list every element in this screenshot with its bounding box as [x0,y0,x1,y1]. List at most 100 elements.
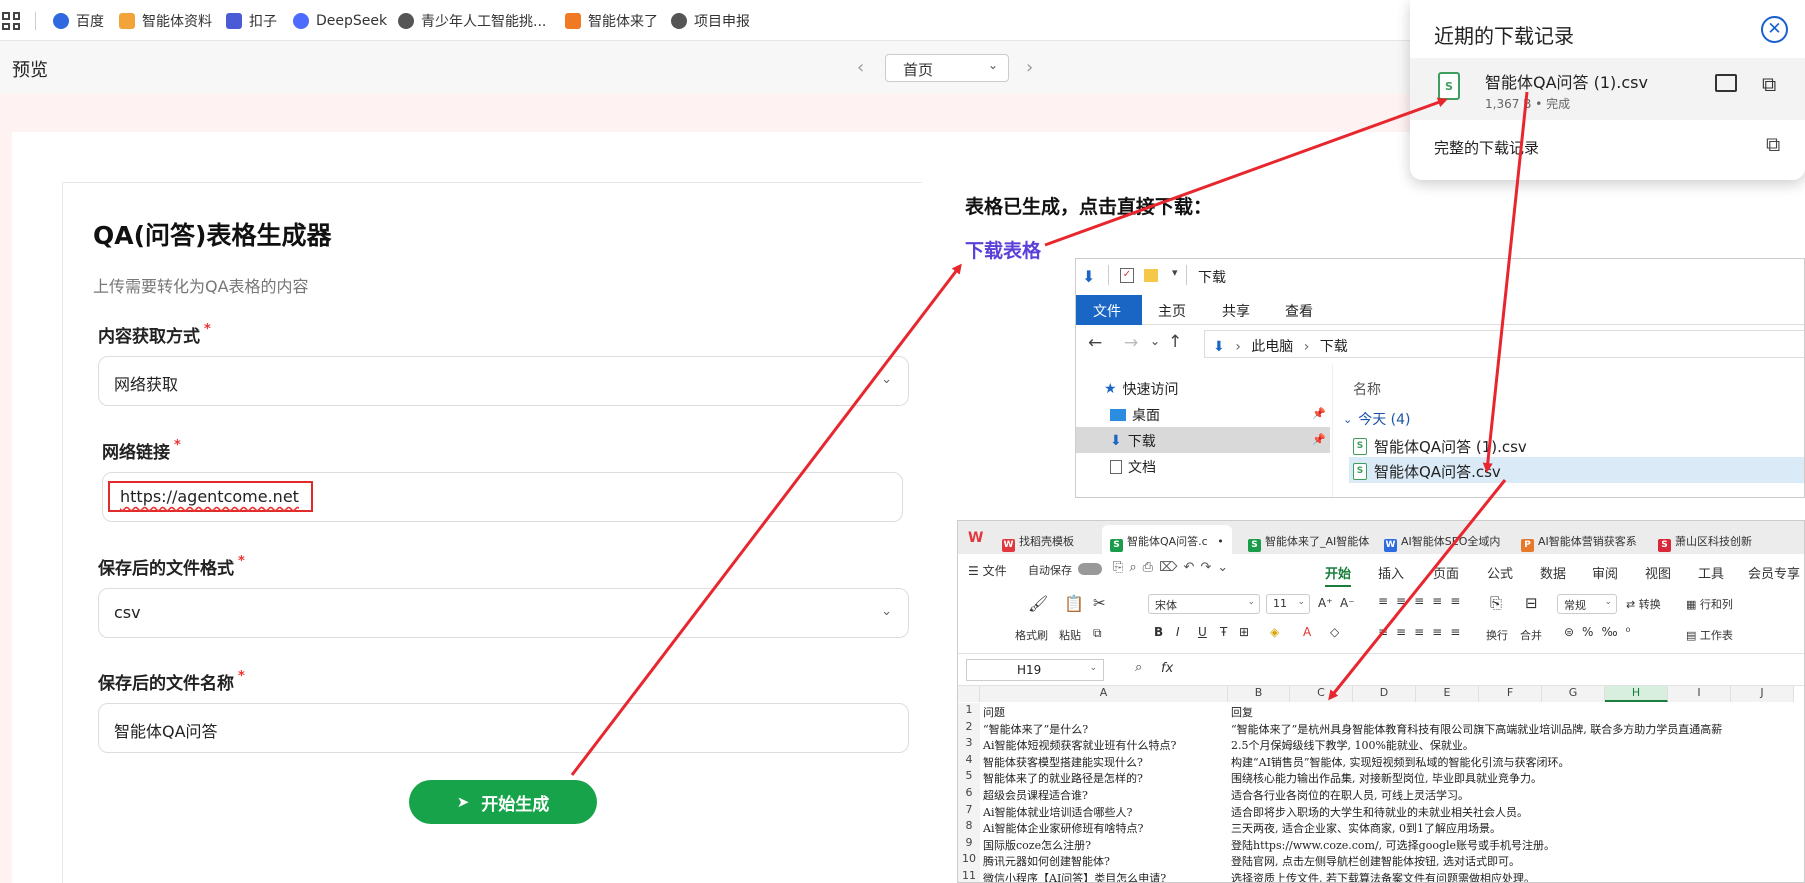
name-box[interactable]: H19 ⌄ [966,659,1104,681]
bookmark-agent-coming[interactable]: 智能体来了 [565,10,658,32]
column-header[interactable]: H [1605,686,1668,702]
worksheet-button[interactable]: ▤ 工作表 [1686,627,1733,643]
bookmark-baidu[interactable]: 百度 [53,10,104,32]
cell-question[interactable]: 腾讯元器如何创建智能体? [983,853,1227,869]
menu-tab-review[interactable]: 审阅 [1592,563,1618,582]
qat-dropdown-icon[interactable]: ▾ [1172,266,1178,279]
column-header[interactable]: C [1290,686,1353,702]
download-item[interactable]: S 智能体QA问答 (1).csv 1,367 B • 完成 ⧉ [1410,58,1805,120]
close-icon[interactable]: • [1217,535,1224,548]
doc-tab[interactable]: W AI智能体SEO全域内 [1376,525,1506,554]
italic-icon[interactable]: I [1176,625,1180,639]
paste-label[interactable]: 粘贴 [1059,627,1081,643]
cell-question[interactable]: 智能体获客模型搭建能实现什么? [983,754,1227,770]
nav-desktop[interactable]: 桌面 [1110,405,1160,425]
font-color-icon[interactable]: A [1303,625,1311,639]
generate-button[interactable]: ➤ 开始生成 [409,780,597,824]
row-number[interactable]: 9 [958,835,980,853]
clear-format-icon[interactable]: ◇ [1330,625,1339,639]
select-all-corner[interactable] [958,686,980,702]
cell-answer[interactable]: 登陆https://www.coze.com/, 可选择google账号或手机号… [1231,837,1801,853]
decrease-font-icon[interactable]: A⁻ [1340,596,1355,610]
open-external-icon[interactable]: ⧉ [1762,72,1776,96]
format-painter-icon[interactable]: 🖌 [1028,594,1048,613]
column-header[interactable]: B [1228,686,1290,702]
cell-question[interactable]: Ai智能体就业培训适合哪些人? [983,804,1227,820]
bookmark-agent-docs[interactable]: 智能体资料 [119,10,212,32]
increase-font-icon[interactable]: A⁺ [1318,596,1333,610]
doc-tab[interactable]: S 萧山区科技创新 [1650,525,1804,554]
cell-answer[interactable]: 三天两夜, 适合企业家、实体商家, 0到1了解应用场景。 [1231,820,1801,836]
cell-answer[interactable]: “智能体来了”是杭州具身智能体教育科技有限公司旗下高端就业培训品牌, 联合多方助… [1231,721,1801,737]
row-col-button[interactable]: ▦ 行和列 [1686,596,1733,612]
cell-question[interactable]: 问题 [983,704,1227,720]
vertical-align-icons[interactable]: ≡≡≡≡≡ [1378,594,1468,608]
properties-icon[interactable]: ✓ [1120,268,1134,283]
cell-question[interactable]: 超级会员课程适合谁? [983,787,1227,803]
font-size-select[interactable]: 11 ⌄ [1266,594,1310,614]
column-header[interactable]: A [980,686,1228,702]
ribbon-tab-file[interactable]: 文件 [1076,295,1142,325]
menu-tab-tools[interactable]: 工具 [1698,563,1724,582]
wrap-text-label[interactable]: 换行 [1486,627,1508,643]
menu-tab-data[interactable]: 数据 [1540,563,1566,582]
paste-icon[interactable]: 📋 [1064,594,1084,613]
prev-page-icon[interactable]: ‹ [857,57,864,78]
row-number[interactable]: 10 [958,852,980,869]
row-number[interactable]: 3 [958,736,980,753]
cell-answer[interactable]: 适合各行业各岗位的在职人员, 可线上灵活学习。 [1231,787,1801,803]
doc-tab[interactable]: P AI智能体营销获客系 [1513,525,1643,554]
cell-answer[interactable]: 回复 [1231,704,1801,720]
cell-answer[interactable]: 适合即将步入职场的大学生和待就业的未就业相关社会人员。 [1231,804,1801,820]
full-download-history-link[interactable]: 完整的下载记录 [1434,137,1539,158]
cell-answer[interactable]: 选择资质上传文件, 若下载算法备案文件有问题需做相应处理。 [1231,870,1801,882]
download-link[interactable]: 下载表格 [965,236,1041,263]
format-select[interactable]: csv ⌄ [98,588,909,638]
apps-grid-icon[interactable] [2,12,20,30]
url-input[interactable]: https://agentcome.net [102,472,903,522]
row-number[interactable]: 2 [958,719,980,737]
row-number[interactable]: 1 [958,703,980,720]
column-header[interactable]: G [1542,686,1605,702]
cell-answer[interactable]: 构建“AI销售员”智能体, 实现短视频到私域的智能化引流与获客闭环。 [1231,754,1801,770]
recent-dropdown-icon[interactable]: ⌄ [1150,334,1160,348]
cell-question[interactable]: Ai智能体短视频获客就业班有什么特点? [983,737,1227,753]
menu-tab-view[interactable]: 视图 [1645,563,1671,582]
cell-question[interactable]: 微信小程序【AI问答】类目怎么申请? [983,870,1227,882]
page-select[interactable]: 首页 ⌄ [885,54,1009,82]
row-number[interactable]: 5 [958,769,980,786]
cell-answer[interactable]: 登陆官网, 点击左侧导航栏创建智能体按钮, 选对话式即可。 [1231,853,1801,869]
filename-input[interactable]: 智能体QA问答 [98,703,909,753]
column-header-name[interactable]: 名称 [1353,379,1381,399]
cell-question[interactable]: 智能体来了的就业路径是怎样的? [983,770,1227,786]
font-name-select[interactable]: 宋体 ⌄ [1148,594,1260,614]
bookmark-youth-ai[interactable]: 青少年人工智能挑... [398,10,546,32]
wrap-text-icon[interactable]: ⎘ [1490,594,1502,612]
open-external-icon[interactable]: ⧉ [1766,132,1780,156]
column-header[interactable]: D [1353,686,1416,702]
breadcrumb-pc[interactable]: 此电脑 [1251,339,1293,355]
new-folder-icon[interactable] [1144,269,1158,282]
autosave-toggle[interactable] [1078,563,1102,575]
merge-cells-icon[interactable]: ⊟ [1525,594,1538,612]
number-tools-icons[interactable]: ⊜%‰⁰ [1564,625,1638,639]
ribbon-tab-share[interactable]: 共享 [1222,301,1250,321]
cell-question[interactable]: 国际版coze怎么注册? [983,837,1227,853]
sheet-grid[interactable]: A B C D E F G H I J 1 问题 回复 2 “智能体来了”是什么? “智能体来了”是杭州具身智… [958,686,1804,882]
source-select[interactable]: 网络获取 ⌄ [98,356,909,406]
fill-color-icon[interactable]: ◈ [1270,625,1279,639]
cell-question[interactable]: “智能体来了”是什么? [983,721,1227,737]
row-number[interactable]: 7 [958,802,980,820]
breadcrumb-downloads[interactable]: 下载 [1320,339,1348,355]
address-bar[interactable]: ⬇ › 此电脑 › 下载 [1204,330,1804,358]
doc-tab[interactable]: S 智能体来了_AI智能体 [1240,525,1370,554]
menu-tab-vip[interactable]: 会员专享 [1748,563,1800,582]
bold-icon[interactable]: B [1154,625,1163,639]
file-row-selected[interactable]: S 智能体QA问答.csv [1353,461,1501,482]
column-header[interactable]: I [1668,686,1731,702]
cell-answer[interactable]: 围绕核心能力输出作品集, 对接新型岗位, 毕业即具就业竞争力。 [1231,770,1801,786]
cell-answer[interactable]: 2.5个月保姆级线下教学, 100%能就业、保就业。 [1231,737,1801,753]
row-number[interactable]: 6 [958,786,980,803]
doc-tab-active[interactable]: S 智能体QA问答.c • [1102,525,1232,554]
border-icon[interactable]: ⊞ [1239,625,1249,639]
